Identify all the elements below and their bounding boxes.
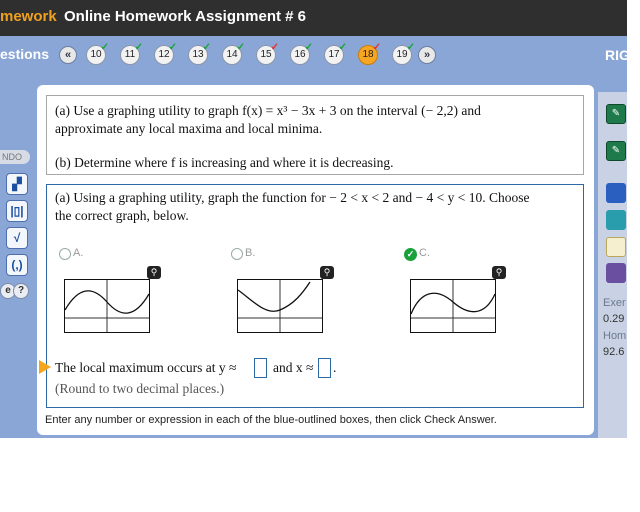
question-button-10[interactable]: 10 ✓ — [86, 42, 109, 65]
question-part-a-line2: approximate any local maxima and local m… — [55, 121, 323, 136]
question-button-16[interactable]: 16 ✓ — [290, 42, 313, 65]
check-icon: ✓ — [406, 42, 415, 53]
answer-prompt-line1: (a) Using a graphing utility, graph the … — [55, 190, 530, 205]
video-icon[interactable] — [606, 183, 626, 203]
square-root-icon[interactable]: √ — [6, 227, 28, 249]
help-icon[interactable]: ? — [13, 283, 29, 299]
eraser-icon[interactable] — [606, 210, 626, 230]
local-max-suffix: . — [333, 360, 337, 375]
assignment-title: Online Homework Assignment # 6 — [64, 8, 306, 25]
answer-prompt-line2: the correct graph, below. — [55, 208, 189, 223]
option-b-graph[interactable] — [237, 279, 323, 333]
homework-score-label: Hom — [603, 330, 627, 342]
question-button-14[interactable]: 14 ✓ — [222, 42, 245, 65]
footer-instruction: Enter any number or expression in each o… — [45, 414, 497, 426]
rounding-note: (Round to two decimal places.) — [55, 381, 225, 396]
question-button-17[interactable]: 17 ✓ — [324, 42, 347, 65]
exercise-score-label: Exer — [603, 297, 626, 309]
magnify-icon[interactable]: ⚲ — [492, 266, 506, 279]
matrix-icon[interactable]: ▞ — [6, 173, 28, 195]
option-b-label: B. — [245, 247, 256, 259]
magnify-icon[interactable]: ⚲ — [147, 266, 161, 279]
math-palette: NDO ▞ |▯| √ (,) e ? — [0, 150, 34, 310]
check-icon: ✓ — [304, 42, 313, 53]
question-part-b: (b) Determine where f is increasing and … — [55, 155, 394, 170]
option-a-curve — [64, 280, 150, 332]
check-icon: ✓ — [236, 42, 245, 53]
local-max-y-input[interactable] — [254, 358, 267, 378]
option-c-graph[interactable] — [410, 279, 496, 333]
local-max-mid: and x ≈ — [273, 360, 314, 375]
option-b-radio[interactable] — [231, 248, 243, 260]
top-bar: mework Online Homework Assignment # 6 — [0, 0, 627, 36]
question-button-11[interactable]: 11 ✓ — [120, 42, 143, 65]
absolute-value-icon[interactable]: |▯| — [6, 200, 28, 222]
partial-check-icon: ✓ — [372, 42, 381, 53]
exercise-score-value: 0.29 — [603, 313, 625, 325]
undo-button[interactable]: NDO — [0, 150, 30, 164]
local-max-prefix: The local maximum occurs at y ≈ — [55, 360, 237, 375]
double-chevron-left-icon[interactable]: « — [59, 46, 77, 64]
option-a-radio[interactable] — [59, 248, 71, 260]
question-part-a-line1: (a) Use a graphing utility to graph f(x)… — [55, 103, 481, 118]
question-button-19[interactable]: 19 ✓ — [392, 42, 415, 65]
question-button-12[interactable]: 12 ✓ — [154, 42, 177, 65]
local-max-x-input[interactable] — [318, 358, 331, 378]
selected-check-icon[interactable]: ✓ — [404, 248, 417, 261]
questions-bar: estions « 10 ✓ 11 ✓ 12 ✓ 13 ✓ 14 ✓ 15 ✓ 16 ✓ 17… — [0, 40, 630, 70]
option-b-curve — [237, 280, 322, 332]
check-icon: ✓ — [134, 42, 143, 53]
interval-icon[interactable]: (,) — [6, 254, 28, 276]
check-icon: ✓ — [202, 42, 211, 53]
check-icon: ✓ — [100, 42, 109, 53]
option-a-label: A. — [73, 247, 84, 259]
question-button-15[interactable]: 15 ✓ — [256, 42, 279, 65]
partial-check-icon: ✓ — [270, 42, 279, 53]
question-button-18[interactable]: 18 ✓ — [358, 42, 381, 65]
textbook-icon[interactable]: ✎ — [606, 104, 626, 124]
page-gutter — [627, 0, 640, 512]
current-part-arrow-icon — [39, 360, 51, 374]
magnify-icon[interactable]: ⚲ — [320, 266, 334, 279]
questions-label: estions — [0, 46, 50, 62]
message-icon[interactable] — [606, 237, 626, 257]
check-icon: ✓ — [168, 42, 177, 53]
examples-icon[interactable]: ✎ — [606, 141, 626, 161]
double-chevron-right-icon[interactable]: » — [418, 46, 436, 64]
brand-label: mework — [0, 8, 57, 25]
option-c-curve — [410, 280, 496, 332]
option-c-label: C. — [419, 247, 430, 259]
question-button-13[interactable]: 13 ✓ — [188, 42, 211, 65]
print-icon[interactable] — [606, 263, 626, 283]
option-a-graph[interactable] — [64, 279, 150, 333]
homework-score-value: 92.6 — [603, 346, 625, 358]
check-icon: ✓ — [338, 42, 347, 53]
